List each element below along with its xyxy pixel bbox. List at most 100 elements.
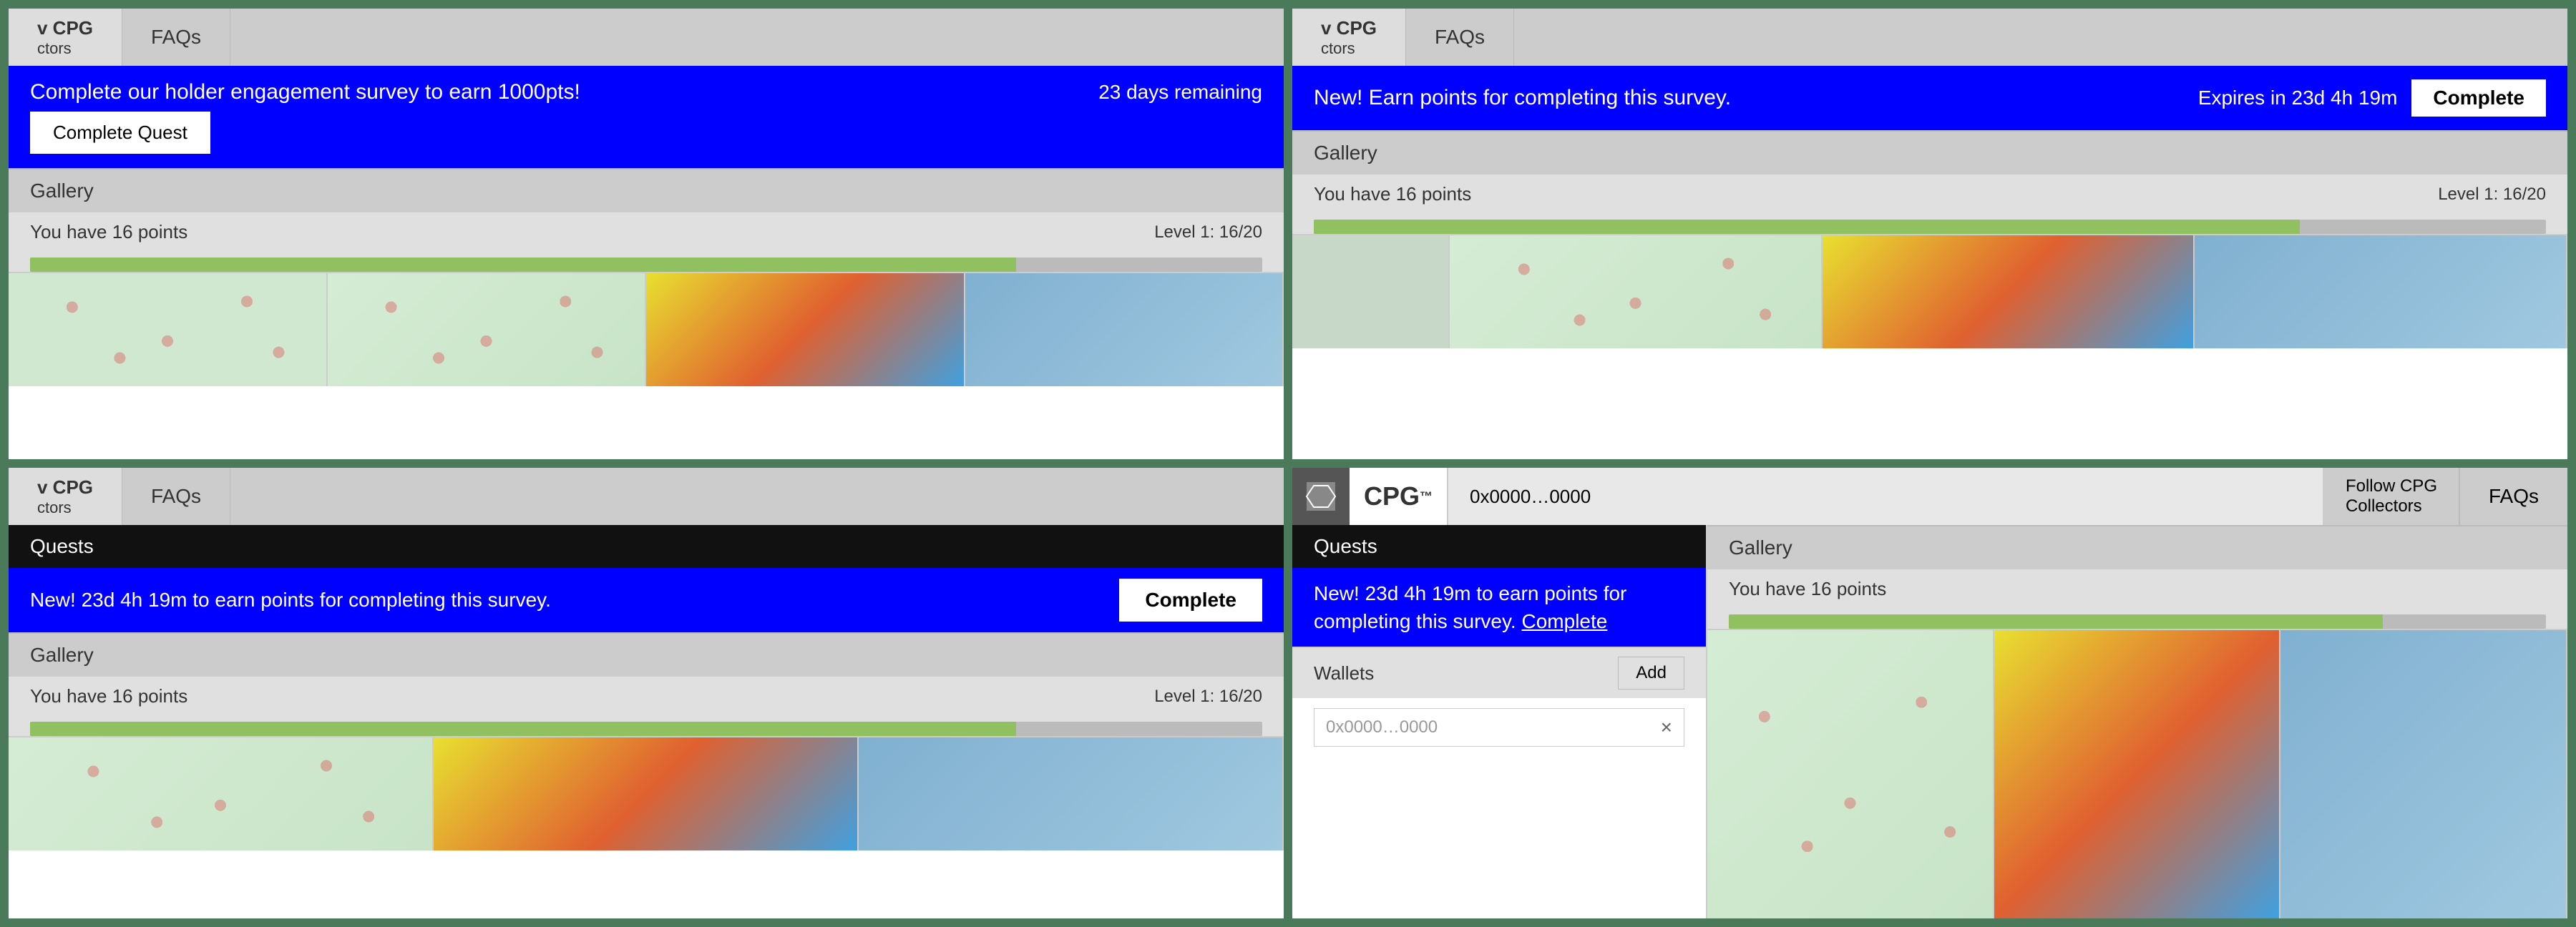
banner-text-p2: New! Earn points for completing this sur…	[1314, 86, 2184, 110]
nav-faqs-p1[interactable]: FAQs	[122, 9, 230, 66]
points-row-p1: You have 16 points Level 1: 16/20	[9, 212, 1284, 252]
nav-bar-p3: v CPG ctors FAQs	[9, 468, 1284, 525]
progress-container-p2	[1292, 214, 2567, 234]
points-row-p4: You have 16 points	[1707, 569, 2567, 609]
progress-bar-fill-p3	[30, 722, 1016, 736]
nav-faqs-p3[interactable]: FAQs	[122, 468, 230, 525]
progress-bar-bg-p4	[1729, 614, 2546, 629]
points-text-p2: You have 16 points	[1314, 183, 2438, 205]
nav-follow-line1: Follow CPG	[2346, 476, 2437, 496]
gallery-thumb-p3-3[interactable]	[859, 737, 1284, 850]
progress-bar-fill-p2	[1314, 220, 2300, 234]
level-text-p3: Level 1: 16/20	[1154, 687, 1262, 707]
banner-expiry-p1: 23 days remaining	[1098, 81, 1262, 104]
nav-bar-p4: CPG™ 0x0000…0000 Follow CPG Collectors F…	[1292, 468, 2567, 525]
nav-brand-line1-p3: v CPG	[37, 476, 93, 499]
gallery-header-p3: Gallery	[9, 632, 1284, 677]
gallery-strip-p2	[1292, 234, 2567, 348]
gallery-thumb-p2-4[interactable]	[2195, 235, 2567, 348]
gallery-thumb-p4-3[interactable]	[2280, 630, 2567, 918]
panel-bottom-right: CPG™ 0x0000…0000 Follow CPG Collectors F…	[1292, 468, 2567, 918]
level-text-p2: Level 1: 16/20	[2438, 185, 2546, 205]
progress-container-p4	[1707, 609, 2567, 629]
panel-top-left: v CPG ctors FAQs Complete our holder eng…	[9, 9, 1284, 459]
panel-top-right: v CPG ctors FAQs New! Earn points for co…	[1292, 9, 2567, 459]
quest-text-p3: New! 23d 4h 19m to earn points for compl…	[30, 579, 1119, 622]
nav-brand-line1: v CPG	[37, 17, 93, 39]
nav-logo-icon	[1292, 468, 1350, 525]
complete-quest-button[interactable]: Complete Quest	[30, 112, 210, 154]
panel4-body: Quests New! 23d 4h 19m to earn points fo…	[1292, 525, 2567, 918]
wallets-label: Wallets	[1314, 662, 1618, 685]
nav-brand-p1[interactable]: v CPG ctors	[9, 9, 122, 66]
nav-bar-p1: v CPG ctors FAQs	[9, 9, 1284, 66]
nav-brand-line2: ctors	[37, 39, 72, 58]
wallet-area-empty	[1292, 757, 1706, 918]
wallet-input-row: 0x0000…0000 ×	[1292, 698, 1706, 757]
gallery-header-p1: Gallery	[9, 168, 1284, 212]
progress-bar-fill-p4	[1729, 614, 2383, 629]
quest-row-p3: New! 23d 4h 19m to earn points for compl…	[9, 568, 1284, 632]
nav-bar-p2: v CPG ctors FAQs	[1292, 9, 2567, 66]
gallery-thumb-p4-1[interactable]	[1707, 630, 1994, 918]
gallery-header-p2: Gallery	[1292, 130, 2567, 175]
progress-bar-fill-p1	[30, 258, 1016, 272]
banner-p2: New! Earn points for completing this sur…	[1292, 66, 2567, 130]
gallery-thumb-p2-2[interactable]	[1450, 235, 1823, 348]
panel4-left-col: Quests New! 23d 4h 19m to earn points fo…	[1292, 525, 1707, 918]
gallery-thumb-2[interactable]	[328, 273, 647, 386]
gallery-strip-p3	[9, 736, 1284, 850]
nav-faqs-p4[interactable]: FAQs	[2460, 468, 2567, 525]
banner-p1: Complete our holder engagement survey to…	[9, 66, 1284, 168]
close-icon[interactable]: ×	[1661, 716, 1672, 739]
points-row-p2: You have 16 points Level 1: 16/20	[1292, 175, 2567, 214]
nav-brand-p3[interactable]: v CPG ctors	[9, 468, 122, 525]
nav-brand-line2-p2: ctors	[1321, 39, 1355, 58]
wallet-input-text[interactable]: 0x0000…0000	[1326, 717, 1661, 737]
wallets-row-p4: Wallets Add	[1292, 647, 1706, 698]
complete-button-p2[interactable]: Complete	[2411, 79, 2546, 117]
gallery-thumb-4[interactable]	[965, 273, 1284, 386]
wallet-input-box: 0x0000…0000 ×	[1314, 708, 1684, 747]
banner-expiry-p2: Expires in 23d 4h 19m	[2198, 87, 2398, 109]
progress-bar-bg-p3	[30, 722, 1262, 736]
panel4-right-col: Gallery You have 16 points	[1707, 525, 2567, 918]
points-text-p1: You have 16 points	[30, 221, 1154, 243]
nav-cpg-brand: CPG™	[1350, 468, 1448, 525]
quest-row-p4: New! 23d 4h 19m to earn points for compl…	[1292, 568, 1706, 647]
panel-bottom-left: v CPG ctors FAQs Quests New! 23d 4h 19m …	[9, 468, 1284, 918]
complete-link-p4[interactable]: Complete	[1522, 610, 1608, 632]
nav-faqs-p2[interactable]: FAQs	[1406, 9, 1514, 66]
gallery-strip-p4	[1707, 629, 2567, 918]
quest-text-p4: New! 23d 4h 19m to earn points for compl…	[1314, 579, 1684, 635]
progress-container-p1	[9, 252, 1284, 272]
gallery-thumb-3[interactable]	[646, 273, 965, 386]
points-text-p4: You have 16 points	[1729, 578, 2546, 600]
nav-tm: ™	[1420, 489, 1433, 504]
gallery-thumb-p3-2[interactable]	[434, 737, 859, 850]
progress-container-p3	[9, 716, 1284, 736]
quests-header-p3: Quests	[9, 525, 1284, 568]
nav-brand-line2-p3: ctors	[37, 499, 72, 517]
points-row-p3: You have 16 points Level 1: 16/20	[9, 677, 1284, 716]
progress-bar-bg-p2	[1314, 220, 2546, 234]
level-text-p1: Level 1: 16/20	[1154, 222, 1262, 242]
gallery-thumb-p2-3[interactable]	[1823, 235, 2195, 348]
add-wallet-button[interactable]: Add	[1618, 657, 1684, 690]
progress-bar-bg-p1	[30, 258, 1262, 272]
points-text-p3: You have 16 points	[30, 685, 1154, 707]
gallery-thumb-p3-1[interactable]	[9, 737, 434, 850]
gallery-thumb-p2-1[interactable]	[1292, 235, 1450, 348]
complete-button-p3[interactable]: Complete	[1119, 579, 1262, 622]
quests-header-p4: Quests	[1292, 525, 1706, 568]
nav-brand-p2[interactable]: v CPG ctors	[1292, 9, 1406, 66]
nav-address[interactable]: 0x0000…0000	[1448, 468, 2324, 525]
banner-text-p1: Complete our holder engagement survey to…	[30, 80, 1084, 104]
gallery-thumb-1[interactable]	[9, 273, 328, 386]
gallery-strip-p1	[9, 272, 1284, 386]
nav-follow: Follow CPG Collectors	[2324, 468, 2460, 525]
gallery-header-p4: Gallery	[1707, 525, 2567, 569]
nav-follow-line2: Collectors	[2346, 496, 2422, 516]
gallery-thumb-p4-2[interactable]	[1994, 630, 2281, 918]
nav-cpg-name: CPG	[1364, 481, 1420, 511]
